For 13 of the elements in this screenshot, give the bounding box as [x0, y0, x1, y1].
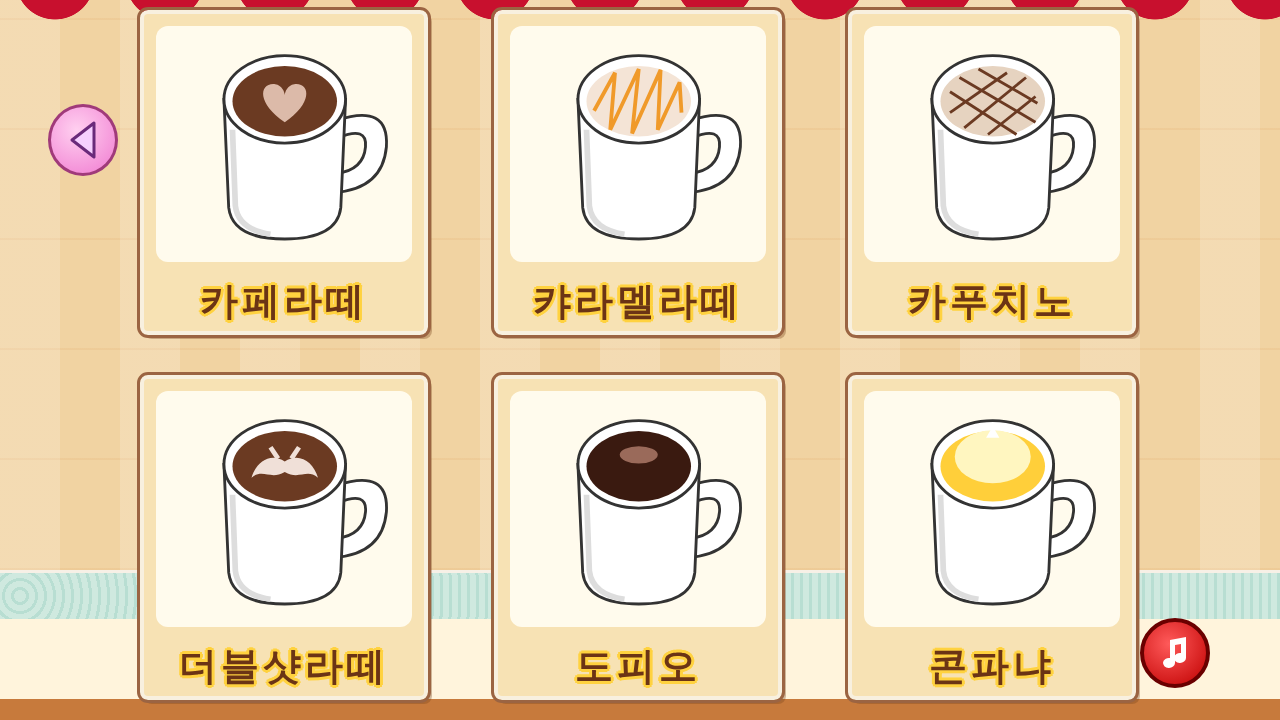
drink-card[interactable]: 카페라떼: [140, 10, 428, 335]
drink-name: 카푸치노: [908, 278, 1076, 325]
drink-name: 더블샷라떼: [179, 643, 389, 690]
drink-card[interactable]: 콘파냐: [848, 375, 1136, 700]
drink-name: 캬라멜라떼: [533, 278, 743, 325]
drink-card[interactable]: 더블샷라떼: [140, 375, 428, 700]
drink-card[interactable]: 도피오: [494, 375, 782, 700]
drink-name: 콘파냐: [929, 643, 1055, 690]
drink-card[interactable]: 카푸치노: [848, 10, 1136, 335]
drink-name: 도피오: [575, 643, 701, 690]
drink-card[interactable]: 캬라멜라떼: [494, 10, 782, 335]
drink-name: 카페라떼: [200, 278, 368, 325]
left-triangle-icon: [68, 120, 98, 160]
